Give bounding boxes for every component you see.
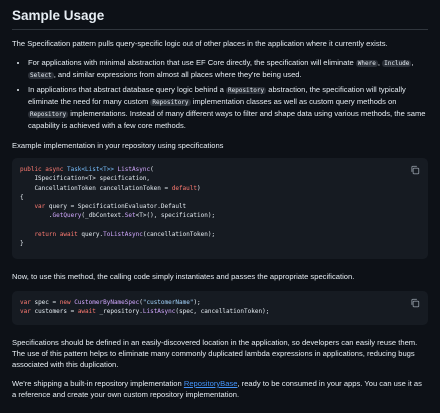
inline-code: Repository [28,111,69,118]
code-block-listasync[interactable]: public async Task<List<T>> ListAsync( IS… [12,158,428,259]
code-block-usage[interactable]: var spec = new CustomerByNameSpec("custo… [12,291,428,325]
inline-code: Where [355,60,378,67]
heading-divider [12,29,428,30]
inline-code: Select [28,72,54,79]
inline-code: Repository [226,87,267,94]
readme-section: Sample Usage The Specification pattern p… [0,0,440,413]
section-heading: Sample Usage [12,8,105,23]
benefits-list: For applications with minimal abstractio… [12,57,428,134]
code-listing: var spec = new CustomerByNameSpec("custo… [20,299,270,316]
intro-paragraph: The Specification pattern pulls query-sp… [12,39,388,48]
repository-paragraph: We're shipping a built-in repository imp… [12,379,422,399]
inline-code: Repository [150,99,191,106]
list-item: For applications with minimal abstractio… [28,57,428,81]
inline-code: Include [382,60,412,67]
code-listing: public async Task<List<T>> ListAsync( IS… [20,166,216,248]
reuse-paragraph: Specifications should be defined in an e… [12,338,418,369]
copy-icon[interactable] [410,165,420,175]
repositorybase-link[interactable]: RepositoryBase [184,379,238,388]
list-item: In applications that abstract database q… [28,84,428,131]
example-caption: Example implementation in your repositor… [12,141,224,150]
copy-icon[interactable] [410,298,420,308]
usage-caption: Now, to use this method, the calling cod… [12,272,355,281]
